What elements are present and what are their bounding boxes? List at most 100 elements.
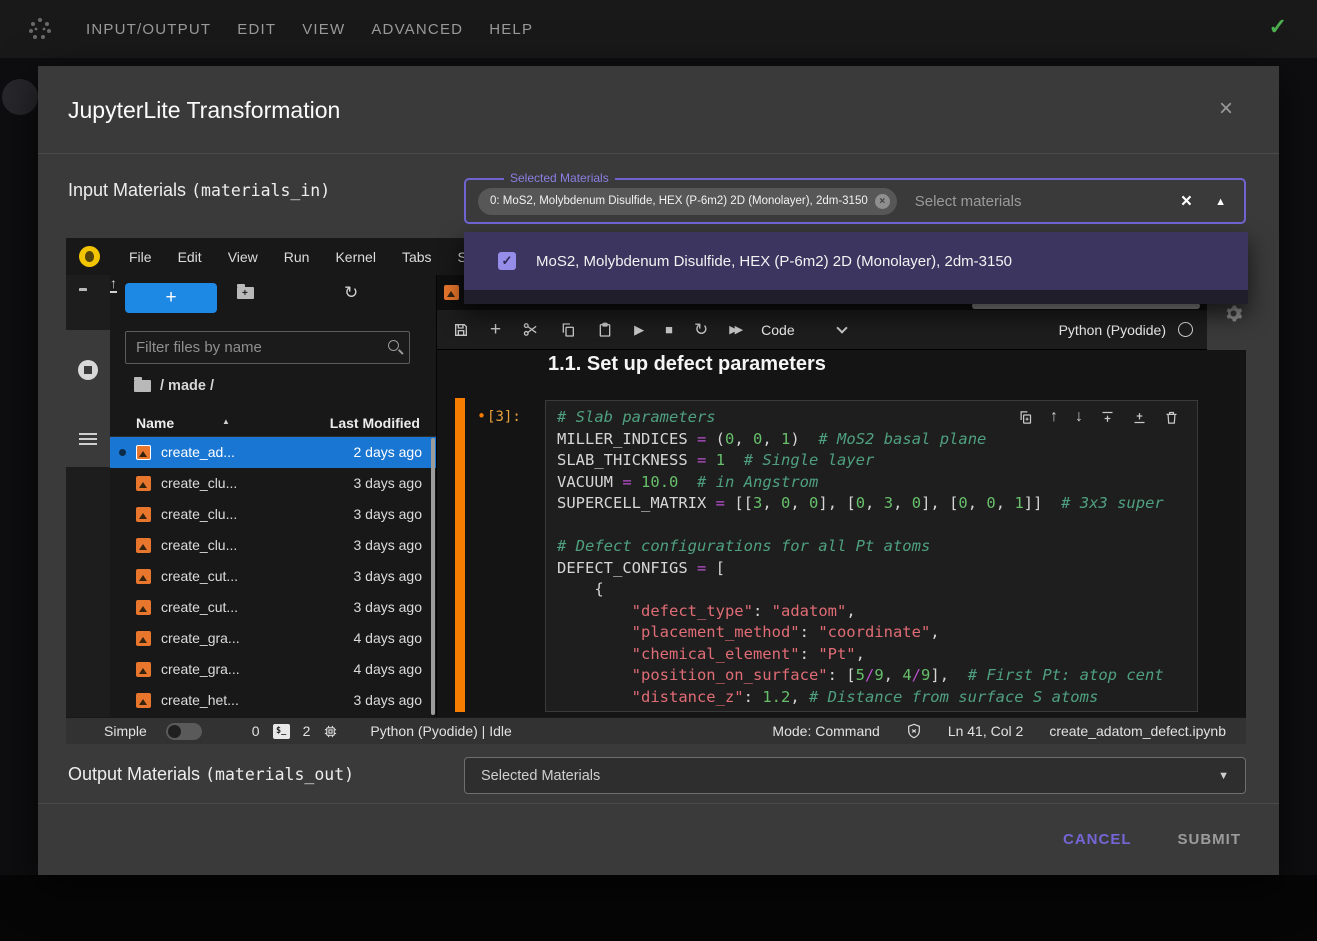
file-row[interactable]: create_gra...4 days ago (110, 623, 436, 654)
notebook-file-icon (136, 476, 151, 491)
cell-type-select[interactable]: Code (761, 322, 794, 338)
restart-run-all-icon[interactable]: ▶▶ (729, 323, 740, 336)
notebook-file-icon (136, 631, 151, 646)
clear-selection-icon[interactable]: × (1181, 191, 1192, 213)
simple-mode-toggle[interactable] (166, 723, 202, 740)
new-launcher-button[interactable]: + (125, 283, 217, 313)
cell-toolbar: ↑ ↓ (1018, 408, 1179, 426)
duplicate-cell-icon[interactable] (1018, 410, 1033, 425)
app-menu-item-view[interactable]: VIEW (302, 21, 345, 38)
file-row[interactable]: create_clu...3 days ago (110, 530, 436, 561)
restart-kernel-icon[interactable]: ↻ (694, 320, 708, 340)
kernel-status-icon[interactable] (1178, 322, 1193, 337)
dialog-header: JupyterLite Transformation × (38, 66, 1279, 154)
upload-icon[interactable]: ↑ (110, 275, 117, 293)
cell-run-dot: • (477, 407, 486, 425)
submit-button[interactable]: SUBMIT (1178, 831, 1242, 848)
close-icon[interactable]: × (1219, 95, 1233, 123)
file-row[interactable]: create_cut...3 days ago (110, 561, 436, 592)
chevron-up-icon[interactable]: ▲ (1215, 196, 1226, 208)
insert-cell-below-icon[interactable] (1132, 410, 1147, 425)
file-name: create_clu... (161, 506, 237, 522)
kernel-name[interactable]: Python (Pyodide) (1059, 322, 1166, 338)
refresh-icon[interactable]: ↻ (344, 283, 358, 303)
jupyter-menu-item-kernel[interactable]: Kernel (322, 249, 388, 265)
file-browser-panel: + + ↑ ↻ Filter files by name / made / Na… (110, 275, 437, 717)
column-name[interactable]: Name (136, 415, 174, 431)
code-cell-editor[interactable]: # Slab parametersMILLER_INDICES = (0, 0,… (545, 400, 1198, 712)
file-list-scrollbar[interactable] (431, 438, 435, 715)
check-icon[interactable]: ✓ (1269, 14, 1287, 40)
file-row[interactable]: create_gra...4 days ago (110, 654, 436, 685)
app-menu-item-advanced[interactable]: ADVANCED (371, 21, 463, 38)
chip-label: 0: MoS2, Molybdenum Disulfide, HEX (P-6m… (490, 195, 868, 207)
notebook-tab-icon[interactable] (444, 285, 459, 300)
cursor-position[interactable]: Ln 41, Col 2 (948, 723, 1024, 739)
app-logo-icon[interactable] (28, 17, 52, 41)
mode-indicator[interactable]: Mode: Command (772, 723, 879, 739)
selected-material-chip[interactable]: 0: MoS2, Molybdenum Disulfide, HEX (P-6m… (478, 188, 897, 215)
jupyter-activity-bar (66, 275, 110, 717)
cut-icon[interactable] (522, 321, 539, 338)
file-modified: 2 days ago (354, 444, 423, 460)
gear-icon[interactable] (1224, 304, 1243, 323)
cancel-button[interactable]: CANCEL (1063, 831, 1132, 848)
jupyter-menu-item-tabs[interactable]: Tabs (389, 249, 445, 265)
jupyter-menu: FileEditViewRunKernelTabsSettings (116, 249, 521, 265)
paste-icon[interactable] (597, 322, 613, 338)
file-row[interactable]: create_ad...2 days ago (110, 437, 436, 468)
move-cell-up-icon[interactable]: ↑ (1050, 408, 1058, 426)
file-row[interactable]: create_clu...3 days ago (110, 499, 436, 530)
app-menu-item-input-output[interactable]: INPUT/OUTPUT (86, 21, 211, 38)
kernel-status-text[interactable]: Python (Pyodide) | Idle (370, 723, 511, 739)
jupyter-menu-item-view[interactable]: View (215, 249, 271, 265)
cell-collapser-bar[interactable] (455, 398, 465, 712)
copy-icon[interactable] (560, 322, 576, 338)
output-materials-select[interactable]: Selected Materials ▼ (464, 757, 1246, 794)
move-cell-down-icon[interactable]: ↓ (1075, 408, 1083, 426)
jupyter-menu-item-run[interactable]: Run (271, 249, 323, 265)
stop-icon[interactable]: ■ (665, 322, 673, 337)
file-modified: 3 days ago (354, 475, 423, 491)
unsaved-dot (119, 449, 126, 456)
kernels-count[interactable]: 2 (303, 723, 311, 739)
jupyter-status-bar: Simple 0 $_ 2 Python (Pyodide) | Idle Mo… (66, 717, 1246, 744)
material-option-label: MoS2, Molybdenum Disulfide, HEX (P-6m2) … (536, 253, 1012, 270)
checked-checkbox[interactable]: ✓ (498, 252, 516, 270)
insert-cell-icon[interactable]: + (490, 319, 501, 341)
new-folder-icon[interactable]: + (237, 287, 254, 299)
chevron-down-icon[interactable] (836, 322, 847, 333)
filter-files-input[interactable]: Filter files by name (125, 331, 410, 364)
jupyter-menu-item-file[interactable]: File (116, 249, 165, 265)
file-row[interactable]: create_het...3 days ago (110, 685, 436, 716)
run-icon[interactable]: ▶ (634, 322, 644, 338)
file-row[interactable]: create_clu... 3 days ago (110, 468, 436, 499)
insert-cell-above-icon[interactable] (1100, 410, 1115, 425)
output-materials-variable: (materials_out) (205, 765, 354, 784)
active-filename[interactable]: create_adatom_defect.ipynb (1049, 723, 1226, 739)
app-menu-item-help[interactable]: HELP (489, 21, 533, 38)
breadcrumb[interactable]: / made / (134, 378, 214, 394)
table-of-contents-tab-icon[interactable] (79, 433, 97, 446)
delete-cell-icon[interactable] (1164, 410, 1179, 425)
file-list: create_ad...2 days ago create_clu... 3 day… (110, 437, 436, 716)
dialog-title: JupyterLite Transformation (68, 97, 340, 124)
floating-handle-button[interactable] (2, 79, 38, 115)
jupyterlab-widget: FileEditViewRunKernelTabsSettings + + ↑ … (66, 238, 1246, 744)
column-last-modified[interactable]: Last Modified (330, 415, 420, 431)
page-background-band (0, 875, 1317, 941)
shield-x-icon[interactable] (906, 723, 922, 739)
material-option[interactable]: ✓ MoS2, Molybdenum Disulfide, HEX (P-6m2… (464, 232, 1248, 290)
file-modified: 3 days ago (354, 692, 423, 708)
running-kernels-tab-icon[interactable] (78, 360, 98, 380)
app-menu-item-edit[interactable]: EDIT (237, 21, 276, 38)
input-materials-select[interactable]: Selected Materials 0: MoS2, Molybdenum D… (464, 178, 1246, 224)
file-name: create_gra... (161, 630, 240, 646)
jupyter-menu-item-edit[interactable]: Edit (165, 249, 215, 265)
file-list-header[interactable]: Name ▲ Last Modified (110, 410, 436, 437)
terminals-count[interactable]: 0 (252, 723, 260, 739)
chip-delete-icon[interactable]: × (875, 194, 890, 209)
file-name: create_clu... (161, 475, 237, 491)
save-icon[interactable] (453, 322, 469, 338)
file-row[interactable]: create_cut...3 days ago (110, 592, 436, 623)
